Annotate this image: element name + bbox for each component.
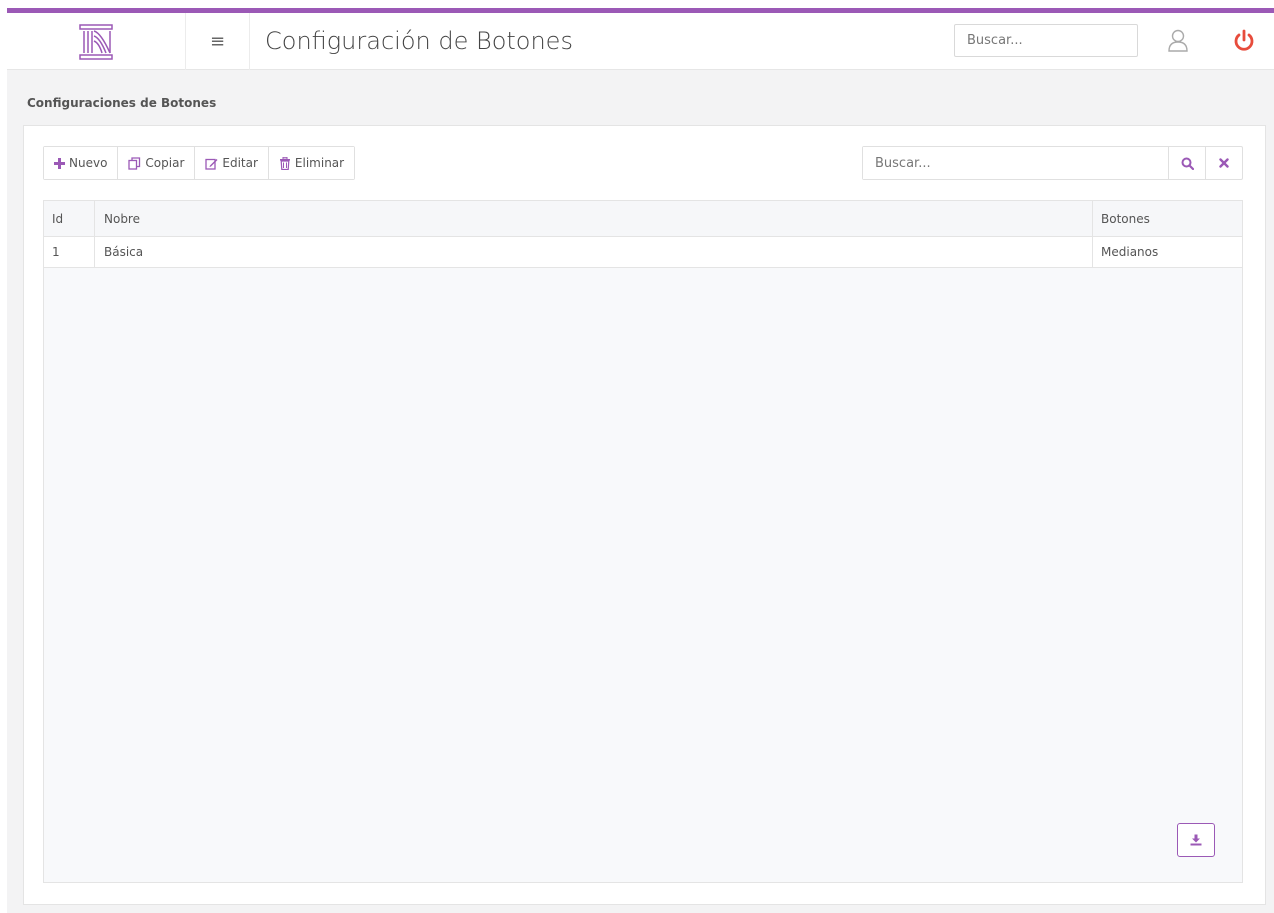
cell-id: 1 — [44, 237, 95, 267]
export-button[interactable] — [1177, 823, 1215, 857]
trash-icon — [279, 156, 290, 170]
edit-icon — [205, 158, 218, 170]
cell-buttons: Medianos — [1101, 245, 1159, 259]
hamburger-icon: ≡ — [209, 30, 226, 52]
page-title: Configuración de Botones — [265, 27, 573, 55]
edit-button-label: Editar — [222, 156, 258, 170]
copy-button[interactable]: Copiar — [118, 147, 196, 179]
data-grid: Id Nobre Botones 1 Básica Medianos — [43, 200, 1243, 883]
cell-name: Básica — [95, 237, 1093, 267]
grid-panel: Nuevo Copiar Editar Eliminar Buscar... I… — [23, 125, 1266, 905]
new-button-label: Nuevo — [69, 156, 108, 170]
logout-button[interactable] — [1230, 26, 1258, 56]
copy-button-label: Copiar — [145, 156, 185, 170]
grid-search-button[interactable] — [1168, 147, 1205, 179]
top-stripe — [0, 0, 1274, 8]
section-title: Configuraciones de Botones — [27, 96, 217, 110]
logo[interactable] — [7, 13, 186, 70]
top-header: ≡ Configuración de Botones — [7, 13, 1274, 70]
content-area: Configuraciones de Botones Nuevo Copiar — [7, 70, 1274, 913]
table-row[interactable]: 1 Básica Medianos — [44, 237, 1242, 268]
copy-icon — [128, 156, 141, 170]
table-header: Id Nobre Botones — [44, 201, 1242, 237]
delete-button-label: Eliminar — [294, 156, 345, 170]
grid-search-input[interactable] — [863, 147, 1168, 179]
delete-button[interactable]: Eliminar — [268, 147, 355, 179]
grid-search — [862, 146, 1243, 180]
grid-clear-button[interactable] — [1205, 147, 1242, 179]
header-search-input[interactable] — [954, 24, 1138, 57]
column-header-id[interactable]: Id — [44, 201, 95, 236]
column-logo-icon — [79, 23, 113, 60]
menu-toggle-button[interactable]: ≡ — [186, 13, 250, 70]
search-icon — [1181, 157, 1194, 170]
download-icon — [1190, 834, 1202, 846]
column-header-buttons[interactable]: Botones — [1093, 201, 1242, 236]
toolbar: Nuevo Copiar Editar Eliminar — [43, 146, 356, 180]
user-button[interactable] — [1164, 26, 1192, 56]
edit-button[interactable]: Editar — [195, 147, 269, 179]
close-icon — [1219, 158, 1229, 168]
power-icon — [1234, 29, 1254, 51]
plus-icon — [54, 157, 65, 169]
new-button[interactable]: Nuevo — [44, 147, 119, 179]
user-icon — [1168, 29, 1188, 52]
column-header-name[interactable]: Nobre — [95, 201, 1093, 236]
